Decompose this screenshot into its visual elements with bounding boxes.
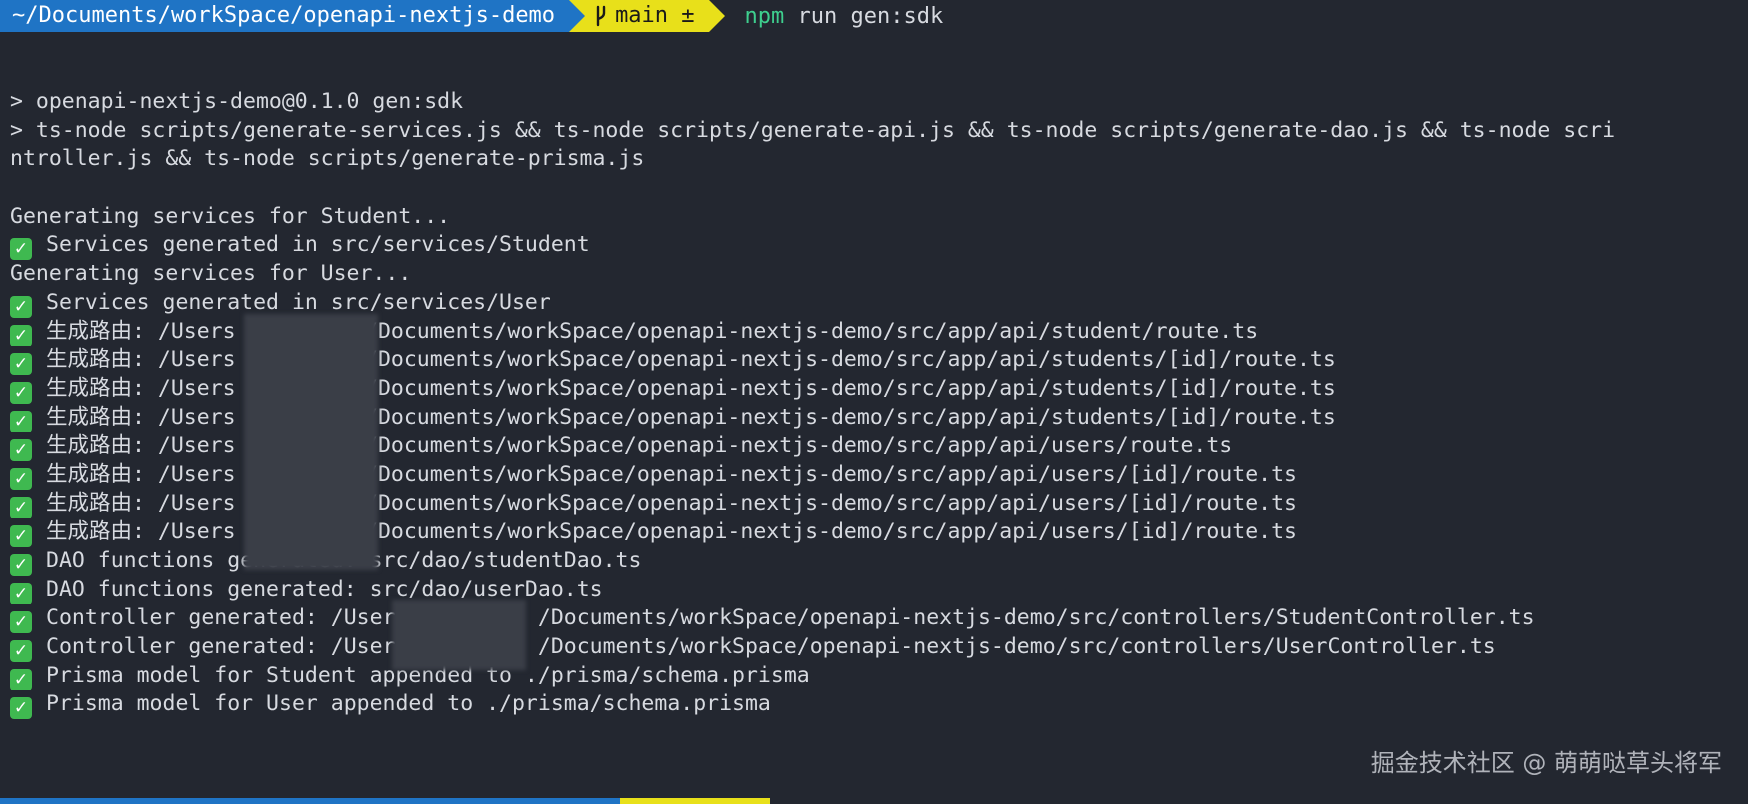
check-mark-icon: ✓: [10, 238, 32, 261]
check-mark-icon: ✓: [10, 554, 32, 576]
output-line-text: 生成路由: /Users /Documents/workSpace/openap…: [46, 404, 1336, 430]
output-line-text: 生成路由: /Users /Documents/workSpace/openap…: [46, 433, 1233, 459]
output-line-text: DAO functions generated: src/dao/userDao…: [46, 576, 603, 602]
redaction-blur: [244, 314, 378, 570]
check-mark-icon: ✓: [10, 295, 32, 318]
output-line-text: Prisma model for User appended to ./pris…: [46, 691, 771, 717]
output-line: ✓ Prisma model for User appended to ./pri…: [10, 690, 1748, 720]
output-line: > openapi-nextjs-demo@0.1.0 gen:sdk: [10, 88, 1748, 117]
prompt-path-segment: ~/Documents/workSpace/openapi-nextjs-dem…: [0, 0, 570, 32]
check-mark-icon: ✓: [10, 525, 32, 547]
check-mark-icon: ✓: [10, 496, 32, 519]
output-line-text: 生成路由: /Users /Documents/workSpace/openap…: [46, 347, 1336, 373]
powerline-separator-icon: [569, 0, 586, 32]
watermark: 掘金技术社区 @ 萌萌哒草头将军: [1370, 749, 1722, 777]
redaction-blur: [392, 600, 526, 670]
git-branch-name: main ±: [615, 3, 695, 28]
output-line-text: Services generated in src/services/Stude…: [46, 232, 590, 258]
shell-prompt: ~/Documents/workSpace/openapi-nextjs-dem…: [0, 0, 943, 32]
prompt-git-segment: main ±: [585, 0, 709, 32]
powerline-separator-icon: [708, 0, 725, 32]
check-mark-icon: ✓: [10, 353, 32, 375]
output-line: ✓ Prisma model for Student appended to ./…: [10, 662, 1748, 691]
check-mark-icon: ✓: [10, 668, 32, 691]
check-mark-icon: ✓: [10, 697, 32, 720]
output-line-text: > ts-node scripts/generate-services.js &…: [10, 117, 1616, 143]
check-mark-icon: ✓: [10, 467, 32, 490]
typed-command[interactable]: npm run gen:sdk: [745, 4, 944, 29]
check-mark-icon: ✓: [10, 324, 32, 347]
output-line-text: Controller generated: /Users /Documents/…: [46, 634, 1496, 660]
output-line-text: Controller generated: /Users /Documents/…: [46, 605, 1535, 631]
check-mark-icon: ✓: [10, 381, 32, 404]
git-branch-icon: [596, 5, 606, 27]
output-line: ✓ Controller generated: /Users /Documents…: [10, 633, 1748, 662]
output-line-text: 生成路由: /Users /Documents/workSpace/openap…: [46, 519, 1297, 545]
output-line-text: Services generated in src/services/User: [46, 289, 551, 315]
output-line-text: ntroller.js && ts-node scripts/generate-…: [10, 146, 645, 172]
check-mark-icon: ✓: [10, 439, 32, 461]
command-args: run gen:sdk: [784, 3, 944, 29]
command-npm: npm: [744, 3, 785, 29]
output-line-text: 生成路由: /Users /Documents/workSpace/openap…: [46, 490, 1297, 516]
output-line-text: Generating services for User...: [10, 261, 412, 287]
output-line: ntroller.js && ts-node scripts/generate-…: [10, 145, 1748, 174]
check-mark-icon: ✓: [10, 410, 32, 433]
output-line-text: Generating services for Student...: [10, 203, 451, 229]
check-mark-icon: ✓: [10, 611, 32, 634]
next-prompt-git-segment: [620, 798, 770, 804]
output-line: Generating services for User...: [10, 260, 1748, 289]
output-line: > ts-node scripts/generate-services.js &…: [10, 117, 1748, 146]
output-line-text: 生成路由: /Users /Documents/workSpace/openap…: [46, 318, 1259, 344]
output-line: ✓ DAO functions generated: src/dao/userDa…: [10, 576, 1748, 605]
check-mark-icon: ✓: [10, 582, 32, 605]
output-line: ✓ Controller generated: /Users /Documents…: [10, 604, 1748, 634]
output-line-text: > openapi-nextjs-demo@0.1.0 gen:sdk: [10, 89, 464, 114]
check-mark-icon: ✓: [10, 640, 32, 662]
next-prompt-bar: [0, 798, 770, 804]
next-prompt-path-segment: [0, 798, 620, 804]
output-line: ✓ Services generated in src/services/Stud…: [10, 231, 1748, 261]
output-line: Generating services for Student...: [10, 203, 1748, 232]
output-line-text: 生成路由: /Users /Documents/workSpace/openap…: [46, 375, 1336, 401]
output-line-text: 生成路由: /Users /Documents/workSpace/openap…: [46, 461, 1297, 487]
